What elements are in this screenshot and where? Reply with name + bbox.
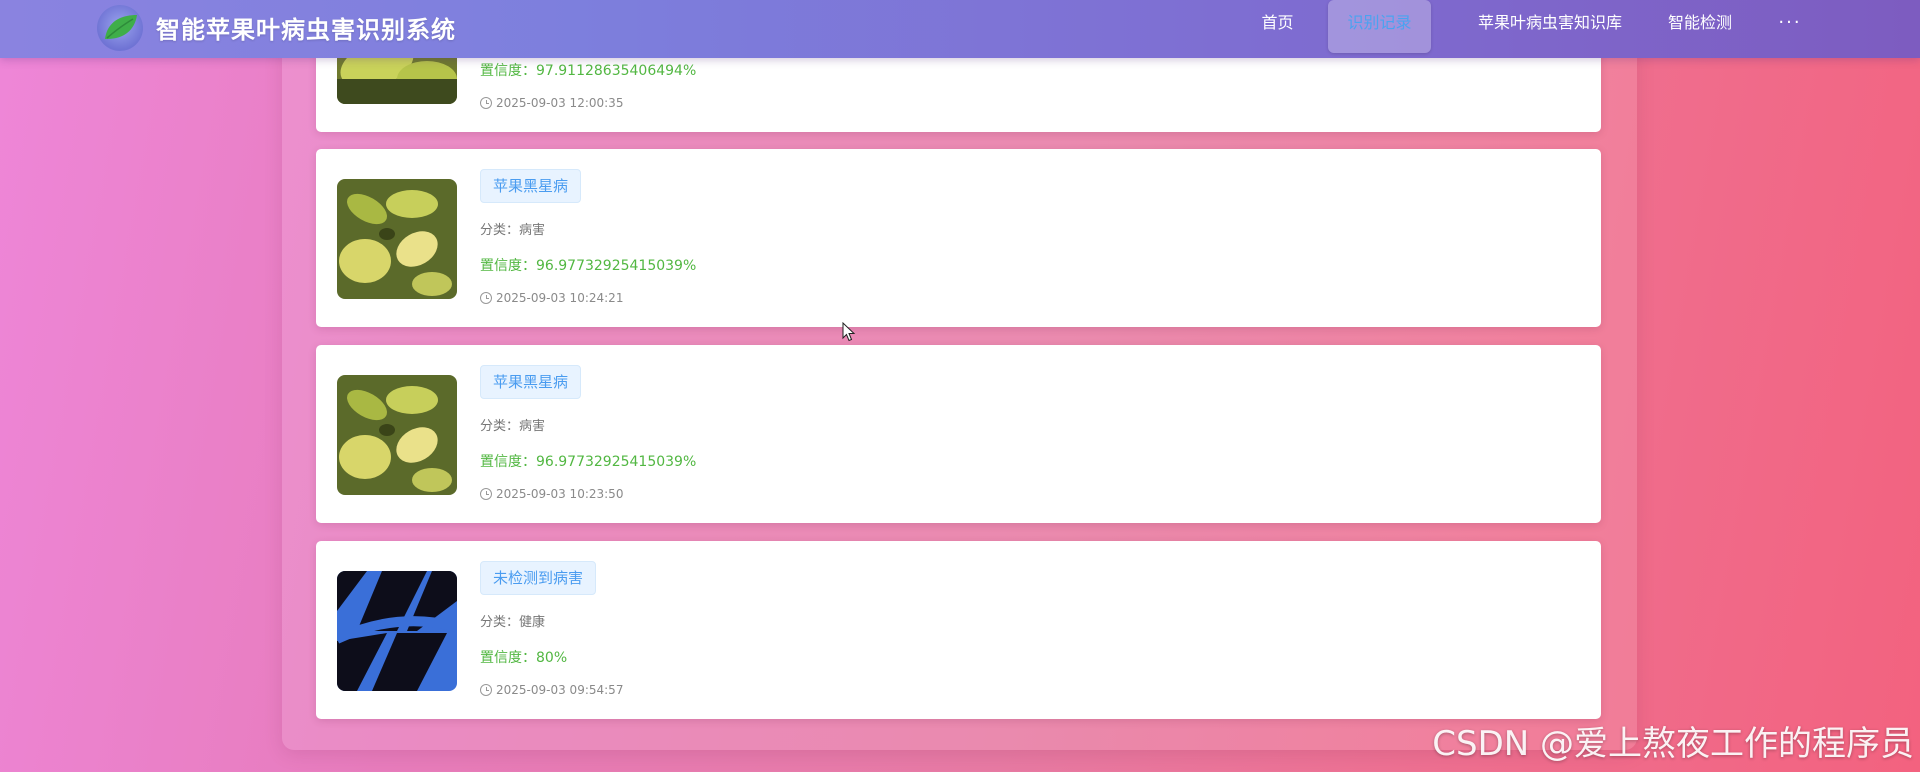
record-card[interactable]: 未检测到病害 分类：健康 置信度：80% 2025-09-03 09:54:57 <box>316 541 1601 719</box>
record-thumbnail <box>337 179 457 299</box>
record-confidence: 置信度：80% <box>480 650 568 666</box>
record-time-text: 2025-09-03 10:24:21 <box>496 291 624 305</box>
nav-more-icon[interactable]: ··· <box>1770 0 1810 58</box>
nav-records[interactable]: 识别记录 <box>1328 0 1431 53</box>
clock-icon <box>480 97 492 109</box>
record-time-text: 2025-09-03 10:23:50 <box>496 487 624 501</box>
record-disease-tag: 未检测到病害 <box>480 561 597 595</box>
record-time: 2025-09-03 10:24:21 <box>480 291 623 305</box>
record-time-text: 2025-09-03 09:54:57 <box>496 683 624 697</box>
record-confidence: 置信度：96.97732925415039% <box>480 454 697 470</box>
app-title: 智能苹果叶病虫害识别系统 <box>156 16 456 44</box>
clock-icon <box>480 684 492 696</box>
leaf-logo-icon <box>97 5 143 51</box>
csdn-watermark: CSDN @爱上熬夜工作的程序员 <box>1432 724 1914 764</box>
clock-icon <box>480 292 492 304</box>
top-navbar: 智能苹果叶病虫害识别系统 首页 识别记录 苹果叶病虫害知识库 智能检测 ··· <box>0 0 1920 58</box>
record-card[interactable]: 苹果黑星病 分类：病害 置信度：96.97732925415039% 2025-… <box>316 345 1601 523</box>
record-confidence: 置信度：97.91128635406494% <box>480 63 697 79</box>
mouse-cursor-icon <box>842 321 856 346</box>
record-time: 2025-09-03 09:54:57 <box>480 683 623 697</box>
record-confidence: 置信度：96.97732925415039% <box>480 258 697 274</box>
record-time: 2025-09-03 12:00:35 <box>480 96 623 110</box>
record-category: 分类：病害 <box>480 223 546 238</box>
nav-home[interactable]: 首页 <box>1240 0 1315 58</box>
record-card[interactable]: 苹果黑星病 分类：病害 置信度：96.97732925415039% 2025-… <box>316 149 1601 327</box>
record-thumbnail <box>337 571 457 691</box>
record-category: 分类：病害 <box>480 419 546 434</box>
nav-knowledge-base[interactable]: 苹果叶病虫害知识库 <box>1455 0 1645 58</box>
record-thumbnail <box>337 375 457 495</box>
nav-smart-detection[interactable]: 智能检测 <box>1650 0 1750 58</box>
record-time: 2025-09-03 10:23:50 <box>480 487 623 501</box>
clock-icon <box>480 488 492 500</box>
record-category: 分类：健康 <box>480 615 546 630</box>
record-disease-tag: 苹果黑星病 <box>480 169 582 203</box>
record-disease-tag: 苹果黑星病 <box>480 365 582 399</box>
record-time-text: 2025-09-03 12:00:35 <box>496 96 624 110</box>
